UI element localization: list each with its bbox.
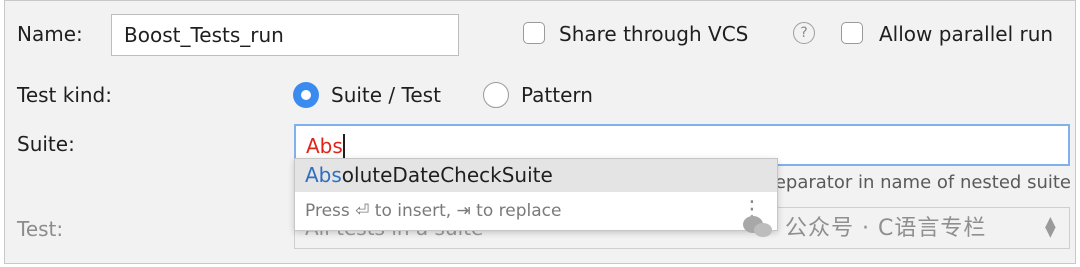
test-kind-label: Test kind: xyxy=(17,83,112,107)
suite-test-radio-label: Suite / Test xyxy=(331,83,441,107)
pattern-radio[interactable] xyxy=(483,82,509,108)
completion-item[interactable]: AbsoluteDateCheckSuite xyxy=(295,159,777,192)
watermark-text: 公众号 · C语言专栏 xyxy=(785,216,987,241)
completion-match: Abs xyxy=(305,163,342,187)
suite-label: Suite: xyxy=(17,132,75,156)
test-label: Test: xyxy=(17,217,64,241)
share-vcs-checkbox[interactable] xyxy=(523,22,545,44)
watermark: 公众号 · C语言专栏 xyxy=(743,208,986,244)
allow-parallel-label: Allow parallel run xyxy=(879,22,1054,46)
completion-hint: Press ⏎ to insert, ⇥ to replace ⋮ xyxy=(295,193,777,230)
allow-parallel-checkbox[interactable] xyxy=(841,22,863,44)
suite-input-value: Abs xyxy=(306,134,343,158)
wechat-logo-icon xyxy=(743,214,775,238)
suite-test-radio[interactable] xyxy=(293,82,319,108)
share-vcs-label: Share through VCS xyxy=(559,22,749,46)
name-label: Name: xyxy=(17,22,83,46)
text-caret xyxy=(342,134,345,158)
name-input[interactable]: Boost_Tests_run xyxy=(111,14,459,56)
completion-hint-text: Press ⏎ to insert, ⇥ to replace xyxy=(305,201,562,221)
completion-popup: AbsoluteDateCheckSuite Press ⏎ to insert… xyxy=(294,158,778,231)
pattern-radio-label: Pattern xyxy=(521,83,593,107)
help-icon[interactable]: ? xyxy=(793,22,815,44)
completion-rest: oluteDateCheckSuite xyxy=(341,163,553,187)
run-configuration-panel: Name: Boost_Tests_run Share through VCS … xyxy=(4,0,1076,264)
stepper-icon[interactable]: ▲ ▼ xyxy=(1045,215,1056,239)
